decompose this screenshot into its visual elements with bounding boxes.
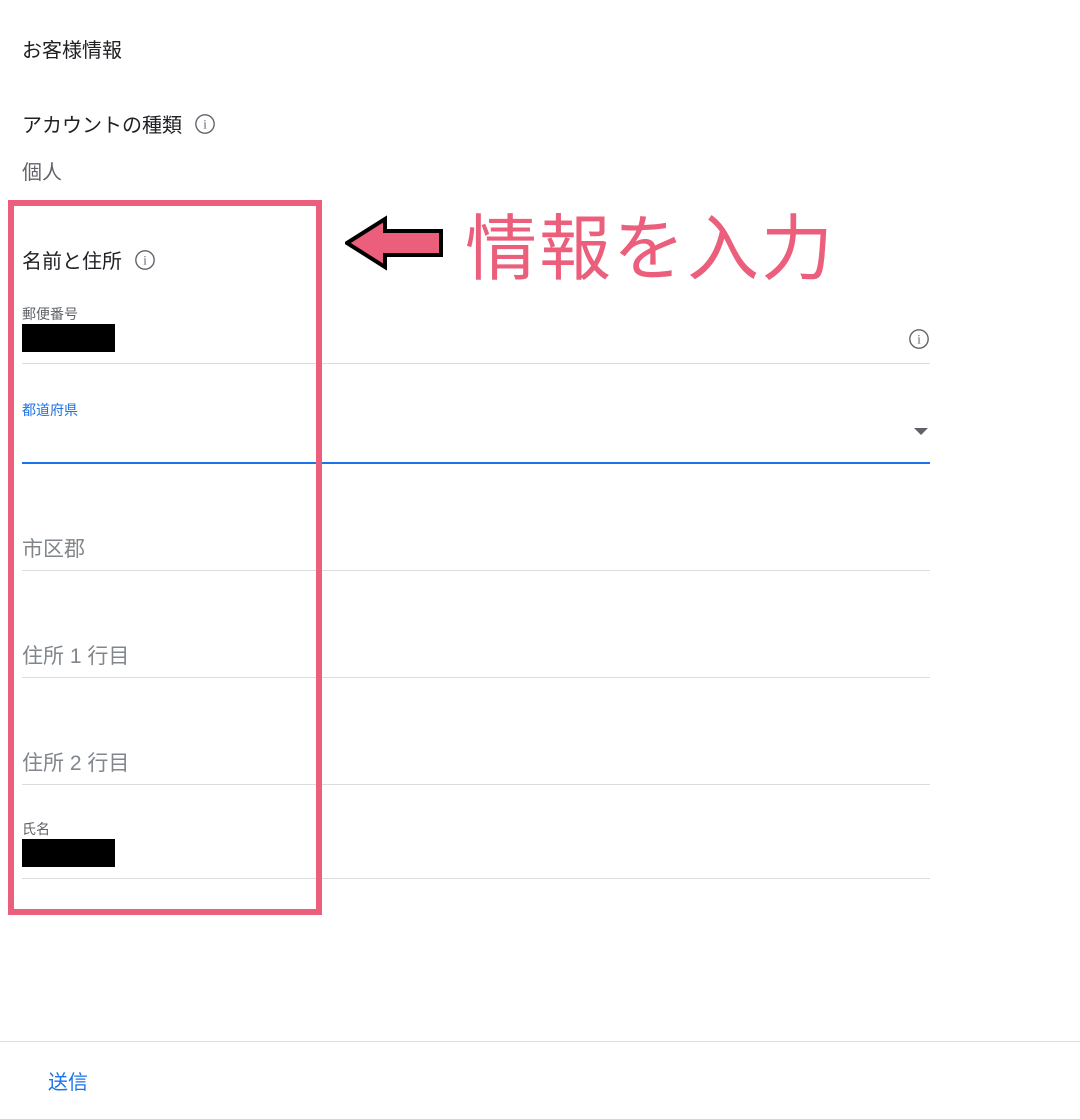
info-icon[interactable]: i	[908, 328, 930, 350]
address-line-2-input[interactable]	[22, 742, 930, 785]
svg-text:i: i	[203, 117, 207, 131]
address-line-1-field[interactable]	[22, 635, 930, 678]
account-type-label: アカウントの種類 i	[22, 109, 1058, 138]
address-line-2-field[interactable]	[22, 742, 930, 785]
svg-text:i: i	[917, 333, 921, 347]
page-title: お客様情報	[22, 34, 1058, 63]
address-line-1-input[interactable]	[22, 635, 930, 678]
account-type-label-text: アカウントの種類	[22, 109, 182, 138]
prefecture-input[interactable]	[22, 420, 930, 464]
prefecture-select[interactable]: 都道府県	[22, 400, 930, 464]
name-label: 氏名	[22, 819, 930, 839]
submit-button[interactable]: 送信	[48, 1066, 88, 1095]
city-field[interactable]	[22, 528, 930, 571]
name-field[interactable]: 氏名	[22, 819, 930, 879]
annotation: 情報を入力	[345, 190, 835, 295]
city-input[interactable]	[22, 528, 930, 571]
info-icon[interactable]: i	[194, 113, 216, 135]
chevron-down-icon	[914, 428, 928, 435]
annotation-text: 情報を入力	[465, 190, 835, 295]
footer-bar: 送信	[0, 1041, 1080, 1119]
name-address-header: 名前と住所 i	[22, 245, 1058, 274]
prefecture-label: 都道府県	[22, 400, 930, 420]
info-icon[interactable]: i	[134, 249, 156, 271]
postal-code-field[interactable]: 郵便番号 i	[22, 304, 930, 364]
svg-text:i: i	[143, 253, 147, 267]
postal-code-label: 郵便番号	[22, 304, 930, 324]
name-address-label: 名前と住所	[22, 245, 122, 274]
account-type-value: 個人	[22, 156, 1058, 185]
